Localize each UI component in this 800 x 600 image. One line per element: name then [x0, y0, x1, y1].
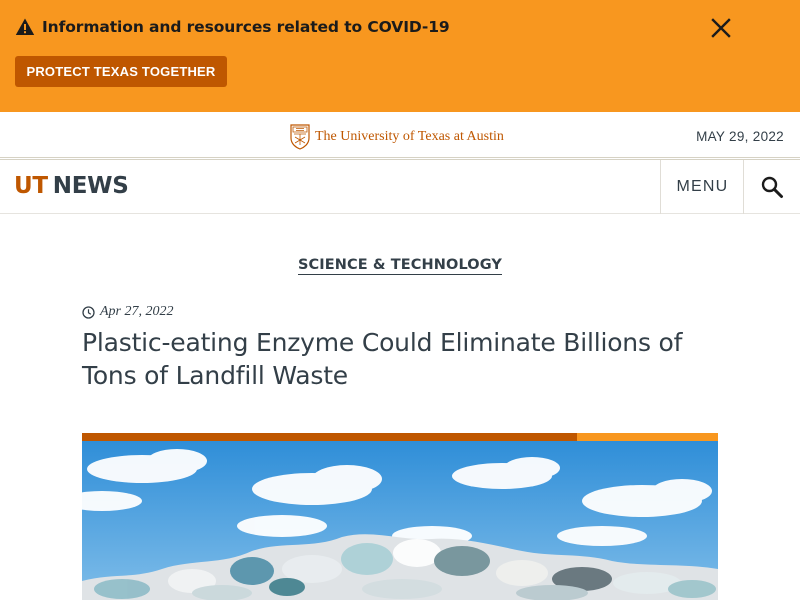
logo-ut-text: UT	[14, 173, 48, 199]
accent-bar-dark	[82, 433, 577, 441]
category-link[interactable]: SCIENCE & TECHNOLOGY	[298, 257, 502, 275]
article-date: Apr 27, 2022	[100, 304, 174, 319]
ut-news-logo[interactable]: UT NEWS	[14, 173, 129, 199]
alert-message-row: Information and resources related to COV…	[15, 17, 450, 37]
accent-bar-light	[577, 433, 718, 441]
covid-alert-banner: Information and resources related to COV…	[0, 0, 800, 112]
search-button[interactable]	[743, 160, 800, 214]
article-headline: Plastic-eating Enzyme Could Eliminate Bi…	[82, 328, 683, 390]
logo-news-text: NEWS	[52, 173, 129, 199]
alert-close-button[interactable]	[708, 15, 734, 41]
university-bar: The University of Texas at Austin MAY 29…	[0, 112, 800, 158]
menu-label: MENU	[676, 178, 729, 195]
hero-accent-bar	[82, 433, 718, 441]
university-name: The University of Texas at Austin	[315, 129, 504, 144]
hero-image	[82, 441, 718, 600]
site-header: UT NEWS MENU	[0, 159, 800, 214]
search-icon	[761, 176, 783, 198]
menu-button[interactable]: MENU	[660, 160, 744, 214]
university-wordmark-link[interactable]: The University of Texas at Austin	[290, 124, 504, 150]
article-date-line: Apr 27, 2022	[82, 304, 174, 320]
current-date: MAY 29, 2022	[696, 129, 784, 144]
close-icon	[711, 18, 731, 38]
clock-icon	[82, 305, 95, 319]
alert-message: Information and resources related to COV…	[42, 18, 450, 36]
landfill-plastic-waste-photo	[82, 441, 718, 600]
ut-seal-icon	[290, 124, 310, 150]
article-category: SCIENCE & TECHNOLOGY	[0, 256, 800, 275]
warning-icon	[15, 18, 35, 35]
protect-texas-together-button[interactable]: PROTECT TEXAS TOGETHER	[15, 56, 227, 87]
